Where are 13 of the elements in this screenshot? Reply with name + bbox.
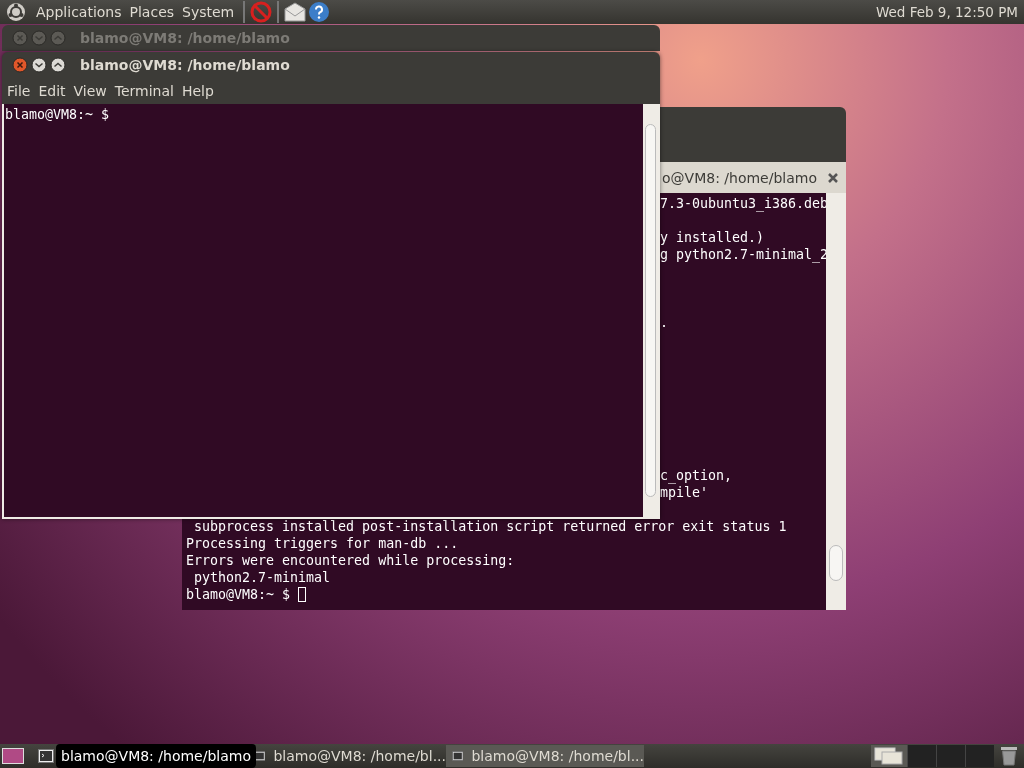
terminal-line: subprocess installed post-installation script returned error exit status 1: [193, 518, 788, 535]
window-title: blamo@VM8: /home/blamo: [80, 30, 290, 46]
terminal-prompt: blamo@VM8:~ $: [5, 107, 110, 122]
terminal-prompt: blamo@VM8:~ $: [186, 587, 291, 602]
window-title: blamo@VM8: /home/blamo: [80, 57, 290, 73]
terminal-line: .: [660, 315, 668, 330]
tooltip: blamo@VM8: /home/blamo: [56, 744, 256, 768]
terminal-line: Processing triggers for man-db ...: [186, 535, 460, 552]
terminal-line: y installed.): [660, 230, 765, 245]
terminal-line: python2.7-minimal: [193, 569, 332, 586]
terminal-line: Errors were encountered while processing:: [186, 552, 516, 569]
terminal-line: mpile': [660, 485, 709, 500]
terminal-line: c_option,: [660, 468, 733, 483]
